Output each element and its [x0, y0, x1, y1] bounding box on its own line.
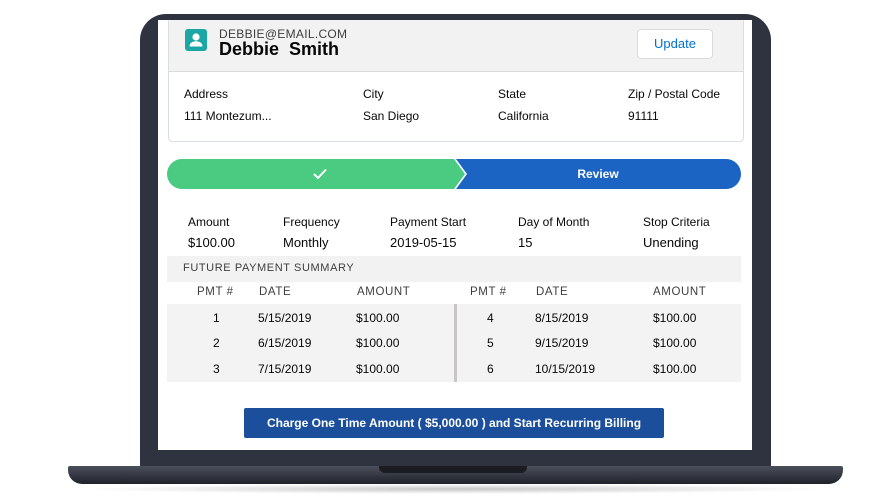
- laptop-notch: [379, 466, 527, 473]
- stop-criteria-label: Stop Criteria: [643, 215, 710, 229]
- day-of-month-field: Day of Month 15: [518, 215, 589, 250]
- laptop-shadow: [80, 484, 830, 494]
- table-cell: 1: [213, 311, 220, 325]
- contact-card: DEBBIE@EMAIL.COM Debbie Smith Update Add…: [168, 20, 744, 142]
- table-cell: $100.00: [356, 311, 400, 325]
- city-field: City San Diego: [363, 87, 419, 123]
- amount-label: Amount: [188, 215, 230, 229]
- table-cell: 6/15/2019: [258, 336, 312, 350]
- table-cell: 4: [487, 311, 494, 325]
- date-header-right: DATE: [536, 286, 569, 298]
- update-button[interactable]: Update: [637, 29, 713, 59]
- state-label: State: [498, 87, 527, 101]
- contact-avatar-icon: [185, 29, 207, 51]
- card-header: DEBBIE@EMAIL.COM Debbie Smith Update: [169, 20, 743, 72]
- table-cell: $100.00: [356, 336, 400, 350]
- address-field: Address 111 Montezum...: [184, 87, 272, 123]
- stop-criteria-value: Unending: [643, 235, 699, 250]
- frequency-field: Frequency Monthly: [283, 215, 340, 250]
- payment-start-value: 2019-05-15: [390, 235, 457, 250]
- table-cell: $100.00: [653, 336, 697, 350]
- future-payment-summary-header: FUTURE PAYMENT SUMMARY: [167, 256, 741, 283]
- payment-start-label: Payment Start: [390, 215, 467, 229]
- table-cell: 3: [213, 362, 220, 376]
- table-header: PMT # DATE AMOUNT PMT # DATE AMOUNT: [167, 282, 741, 304]
- date-header-left: DATE: [259, 286, 292, 298]
- future-payment-table: PMT # DATE AMOUNT PMT # DATE AMOUNT 1 5/…: [167, 282, 741, 382]
- zip-label: Zip / Postal Code: [628, 87, 721, 101]
- zip-field: Zip / Postal Code 91111: [628, 87, 720, 123]
- table-cell: 5: [487, 336, 494, 350]
- table-divider: [454, 304, 457, 382]
- stop-criteria-field: Stop Criteria Unending: [643, 215, 710, 250]
- screen: DEBBIE@EMAIL.COM Debbie Smith Update Add…: [158, 20, 752, 450]
- frequency-value: Monthly: [283, 235, 329, 250]
- city-label: City: [363, 87, 384, 101]
- future-payment-summary-title: FUTURE PAYMENT SUMMARY: [183, 262, 355, 274]
- amount-field: Amount $100.00: [188, 215, 235, 250]
- table-cell: 10/15/2019: [535, 362, 596, 376]
- address-value: 111 Montezum...: [184, 109, 272, 123]
- frequency-label: Frequency: [283, 215, 340, 229]
- table-cell: 5/15/2019: [258, 311, 312, 325]
- state-field: State California: [498, 87, 549, 123]
- table-cell: 7/15/2019: [258, 362, 312, 376]
- table-cell: 2: [213, 336, 220, 350]
- payment-start-field: Payment Start 2019-05-15: [390, 215, 466, 250]
- pmt-header-right: PMT #: [470, 286, 507, 298]
- table-cell: $100.00: [653, 311, 697, 325]
- address-label: Address: [184, 87, 229, 101]
- state-value: California: [498, 109, 549, 123]
- check-icon: [313, 169, 327, 179]
- charge-and-start-billing-button[interactable]: Charge One Time Amount ( $5,000.00 ) and…: [244, 408, 664, 438]
- day-of-month-label: Day of Month: [518, 215, 590, 229]
- city-value: San Diego: [363, 109, 420, 123]
- table-cell: $100.00: [356, 362, 400, 376]
- amount-header-right: AMOUNT: [653, 286, 707, 298]
- pmt-header-left: PMT #: [197, 286, 234, 298]
- amount-header-left: AMOUNT: [357, 286, 411, 298]
- progress-path: Review: [167, 159, 741, 189]
- path-step-review-label[interactable]: Review: [455, 159, 741, 189]
- contact-name: Debbie Smith: [219, 39, 340, 59]
- table-cell: 6: [487, 362, 494, 376]
- zip-value: 91111: [628, 109, 659, 123]
- table-cell: $100.00: [653, 362, 697, 376]
- table-cell: 9/15/2019: [535, 336, 589, 350]
- amount-value: $100.00: [188, 235, 235, 250]
- table-cell: 8/15/2019: [535, 311, 589, 325]
- day-of-month-value: 15: [518, 235, 533, 250]
